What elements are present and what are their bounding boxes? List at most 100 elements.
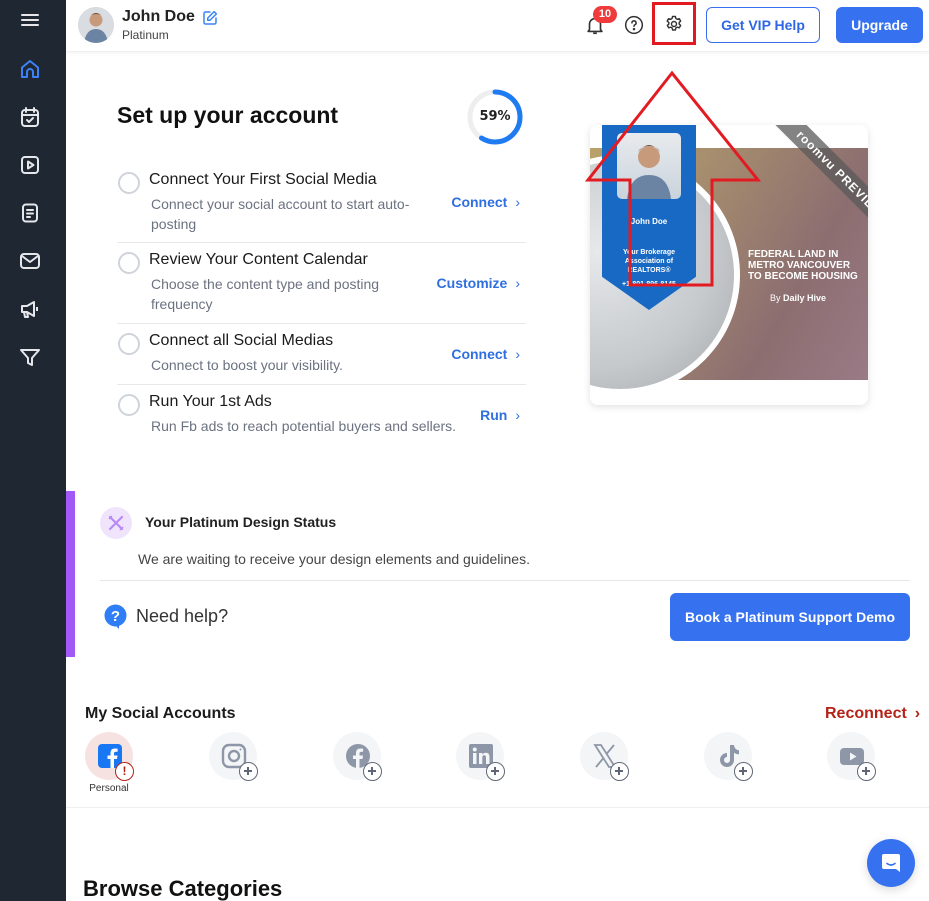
social-account-facebook[interactable]: !	[85, 732, 134, 781]
headline-line: TO BECOME HOUSING	[748, 271, 858, 282]
social-account-linkedin[interactable]	[456, 732, 505, 781]
task-title: Connect all Social Medias	[149, 332, 334, 349]
social-account-label: Personal	[89, 783, 129, 794]
add-icon	[363, 762, 382, 781]
task-action-label: Connect	[451, 194, 508, 210]
svg-text:?: ?	[111, 608, 120, 625]
app-root: John Doe Platinum 10 Get VIP Help Upgrad…	[0, 0, 929, 901]
hamburger-menu-icon[interactable]	[20, 11, 40, 27]
social-account-youtube[interactable]	[827, 732, 876, 781]
question-bubble-icon: ?	[104, 604, 127, 629]
top-header: John Doe Platinum 10 Get VIP Help Upgrad…	[66, 0, 929, 52]
user-name: John Doe	[122, 8, 195, 25]
task-action-connect-all[interactable]: Connect ›	[451, 346, 520, 362]
user-photo	[78, 7, 114, 43]
task-description: Connect your social account to start aut…	[151, 196, 410, 232]
help-icon[interactable]	[624, 15, 644, 35]
agent-org-line: Association of	[624, 258, 674, 265]
byline-source: Daily Hive	[783, 293, 827, 303]
sidebar	[0, 0, 66, 901]
task-item: Run Your 1st Ads Run Fb ads to reach pot…	[117, 385, 526, 445]
task-description: Connect to boost your visibility.	[151, 357, 343, 373]
task-action-run[interactable]: Run ›	[480, 407, 520, 423]
design-status-title: Your Platinum Design Status	[145, 514, 337, 530]
sidebar-item-content[interactable]	[18, 201, 42, 225]
task-item: Review Your Content Calendar Choose the …	[117, 243, 526, 324]
task-action-customize[interactable]: Customize ›	[437, 275, 520, 291]
agent-org-line: Your Brokerage	[623, 249, 675, 256]
reconnect-link[interactable]: Reconnect ›	[825, 705, 920, 723]
task-title: Connect Your First Social Media	[149, 171, 377, 188]
content-preview-card[interactable]: roomvu PREVIEW John Doe Your Brokerage A…	[590, 125, 868, 405]
sidebar-item-home[interactable]	[18, 57, 42, 81]
notification-badge: 10	[593, 6, 617, 23]
social-accounts-title: My Social Accounts	[85, 705, 236, 722]
task-title: Run Your 1st Ads	[149, 393, 272, 410]
progress-label: 59%	[479, 109, 511, 124]
document-icon	[22, 203, 38, 223]
warning-icon: !	[115, 762, 134, 781]
task-action-connect[interactable]: Connect ›	[451, 194, 520, 210]
task-item: Connect all Social Medias Connect to boo…	[117, 324, 526, 385]
chevron-right-icon: ›	[515, 275, 520, 291]
get-vip-help-button[interactable]: Get VIP Help	[706, 7, 820, 43]
megaphone-icon	[21, 301, 38, 318]
headline-line: FEDERAL LAND IN	[748, 249, 839, 260]
play-square-icon	[21, 156, 39, 174]
add-icon	[610, 762, 629, 781]
preview-byline: By Daily Hive	[770, 293, 826, 303]
chat-launcher-button[interactable]	[867, 839, 915, 887]
chevron-right-icon: ›	[914, 705, 921, 722]
calendar-check-icon	[21, 107, 39, 127]
mail-icon	[20, 253, 40, 269]
agent-card: John Doe Your Brokerage Association of R…	[602, 125, 696, 310]
design-status-accent-bar	[66, 491, 75, 657]
add-icon	[857, 762, 876, 781]
edit-icon[interactable]	[201, 9, 219, 27]
headline-line: METRO VANCOUVER	[748, 260, 851, 271]
chat-icon	[882, 854, 900, 872]
task-action-label: Customize	[436, 275, 508, 291]
sidebar-item-video[interactable]	[18, 153, 42, 177]
agent-org: Your Brokerage Association of REALTORS® …	[602, 248, 696, 289]
task-checkbox[interactable]	[118, 172, 140, 194]
gear-icon[interactable]	[664, 14, 684, 34]
chevron-right-icon: ›	[515, 407, 520, 423]
user-plan: Platinum	[122, 28, 169, 42]
home-icon	[21, 60, 39, 78]
social-account-tiktok[interactable]	[704, 732, 753, 781]
social-account-instagram[interactable]	[209, 732, 258, 781]
task-checkbox[interactable]	[118, 252, 140, 274]
sidebar-item-email[interactable]	[18, 249, 42, 273]
book-support-demo-button[interactable]: Book a Platinum Support Demo	[670, 593, 910, 641]
reconnect-label: Reconnect	[825, 705, 907, 722]
social-account-x[interactable]	[580, 732, 629, 781]
agent-name: John Doe	[630, 217, 668, 226]
need-help-label: Need help?	[136, 606, 229, 626]
add-icon	[239, 762, 258, 781]
task-action-label: Connect	[451, 346, 508, 362]
divider	[66, 807, 929, 808]
task-checkbox[interactable]	[118, 333, 140, 355]
agent-photo	[617, 133, 681, 199]
design-status-icon	[100, 507, 132, 539]
byline-prefix: By	[770, 293, 781, 303]
social-account-facebook-page[interactable]	[333, 732, 382, 781]
task-description: Run Fb ads to reach potential buyers and…	[151, 418, 457, 434]
task-action-label: Run	[480, 407, 508, 423]
design-status-description: We are waiting to receive your design el…	[138, 551, 530, 567]
add-icon	[734, 762, 753, 781]
task-checkbox[interactable]	[118, 394, 140, 416]
chevron-right-icon: ›	[515, 346, 520, 362]
sidebar-item-funnel[interactable]	[18, 345, 42, 369]
preview-headline: FEDERAL LAND IN METRO VANCOUVER TO BECOM…	[748, 249, 863, 282]
pencil-ruler-icon	[108, 515, 124, 531]
avatar[interactable]	[78, 7, 114, 43]
sidebar-item-ads[interactable]	[18, 297, 42, 321]
upgrade-button[interactable]: Upgrade	[836, 7, 923, 43]
sidebar-item-calendar[interactable]	[18, 105, 42, 129]
add-icon	[486, 762, 505, 781]
divider	[100, 580, 910, 581]
chevron-right-icon: ›	[515, 194, 520, 210]
task-description: Choose the content type and posting freq…	[151, 276, 380, 312]
